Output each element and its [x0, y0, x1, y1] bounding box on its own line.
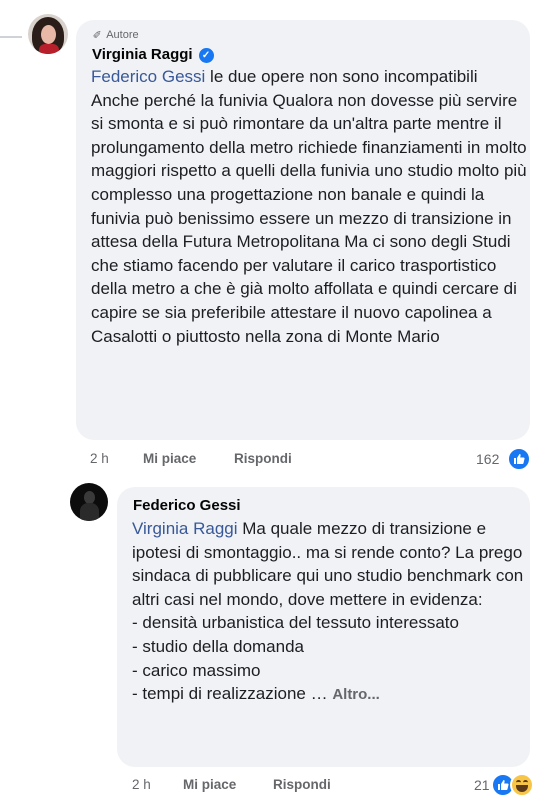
verified-badge-icon: ✓	[198, 48, 214, 63]
see-more-link[interactable]: Altro...	[332, 686, 380, 703]
mention-link[interactable]: Federico Gessi	[91, 67, 205, 86]
timestamp[interactable]: 2 h	[132, 777, 151, 792]
author-badge-label: Autore	[106, 29, 139, 41]
comment-author-name[interactable]: Virginia Raggi ✓	[92, 46, 214, 63]
reply-button[interactable]: Rispondi	[273, 777, 331, 792]
avatar[interactable]	[70, 483, 108, 521]
like-button[interactable]: Mi piace	[143, 451, 196, 466]
reaction-count[interactable]: 21	[474, 777, 490, 793]
author-badge: ✏Autore	[90, 27, 139, 43]
thread-connector	[0, 36, 22, 38]
reply-text: Virginia Raggi Ma quale mezzo di transiz…	[132, 517, 524, 707]
reply-author-name[interactable]: Federico Gessi	[133, 497, 241, 514]
reply-button[interactable]: Rispondi	[234, 451, 292, 466]
haha-icon[interactable]	[510, 773, 534, 797]
like-icon[interactable]	[507, 447, 531, 471]
reply-body: Ma quale mezzo di transizione e ipotesi …	[132, 519, 524, 704]
comment-text: Federico Gessi le due opere non sono inc…	[91, 65, 527, 348]
pen-icon: ✏	[90, 27, 106, 43]
mention-link[interactable]: Virginia Raggi	[132, 519, 238, 538]
reaction-count[interactable]: 162	[476, 451, 499, 467]
comment-body: le due opere non sono incompatibili Anch…	[91, 67, 527, 346]
avatar[interactable]	[28, 14, 68, 54]
like-button[interactable]: Mi piace	[183, 777, 236, 792]
author-name-text[interactable]: Virginia Raggi	[92, 46, 193, 63]
timestamp[interactable]: 2 h	[90, 451, 109, 466]
